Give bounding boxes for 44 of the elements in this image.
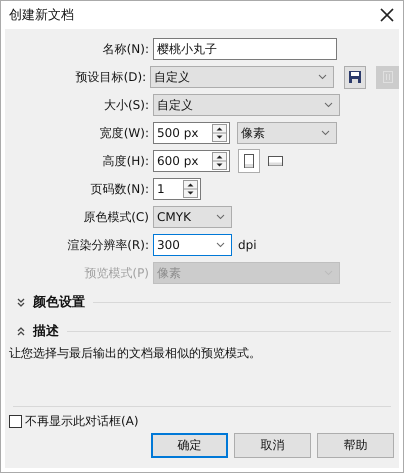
close-icon[interactable]: [380, 8, 394, 22]
field-label: 大小(S):: [102, 96, 149, 114]
section-header[interactable]: 描述: [33, 322, 59, 340]
spin-field[interactable]: 500 px: [153, 122, 230, 144]
spin-arrows-icon[interactable]: [183, 180, 198, 198]
field-label: 预设目标(D):: [74, 68, 146, 86]
portrait-button[interactable]: [238, 149, 260, 173]
chevron-down-icon: [324, 102, 333, 108]
dialog-button[interactable]: 取消: [234, 433, 311, 458]
chevron-down-icon: [216, 214, 225, 220]
dialog-button[interactable]: 确定: [151, 433, 228, 458]
section-header[interactable]: 颜色设置: [33, 293, 85, 311]
dropdown[interactable]: CMYK: [153, 206, 232, 228]
spin-field[interactable]: 600 px: [153, 150, 230, 172]
field-label: 高度(H):: [102, 152, 149, 170]
save-button[interactable]: [344, 66, 366, 88]
window-title: 创建新文档: [9, 7, 74, 24]
field-label: 宽度(W):: [98, 124, 149, 142]
collapse-icon[interactable]: [17, 326, 25, 336]
field-label: 原色模式(C): [82, 208, 149, 226]
field-label: 页码数(N):: [90, 180, 149, 198]
chevron-down-icon: [321, 130, 330, 136]
description-text: 让您选择与最后输出的文档最相似的预览模式。: [8, 345, 262, 362]
landscape-page-icon: [268, 156, 282, 166]
dropdown[interactable]: 自定义: [150, 66, 334, 88]
dialog-button[interactable]: 帮助: [317, 433, 394, 458]
name-field[interactable]: 樱桃小丸子: [153, 38, 337, 60]
resolution-combo[interactable]: 300: [153, 234, 232, 256]
field-label: 预览模式(P): [83, 264, 149, 282]
chevron-down-icon: [216, 242, 225, 248]
unit-label: dpi: [238, 238, 257, 252]
expand-icon[interactable]: [17, 298, 25, 306]
portrait-page-icon: [244, 154, 254, 168]
field-label: 名称(N):: [102, 40, 149, 58]
unit-dropdown[interactable]: 像素: [237, 122, 337, 144]
save-icon: [349, 71, 362, 83]
checkbox-label: 不再显示此对话框(A): [25, 413, 139, 430]
spin-arrows-icon[interactable]: [212, 152, 227, 170]
chevron-down-icon: [318, 74, 327, 80]
checkbox[interactable]: [9, 415, 22, 428]
field-label: 渲染分辨率(R):: [66, 236, 149, 254]
dropdown[interactable]: 自定义: [153, 94, 340, 116]
spin-arrows-icon[interactable]: [212, 124, 227, 142]
spin-field[interactable]: 1: [153, 178, 201, 200]
